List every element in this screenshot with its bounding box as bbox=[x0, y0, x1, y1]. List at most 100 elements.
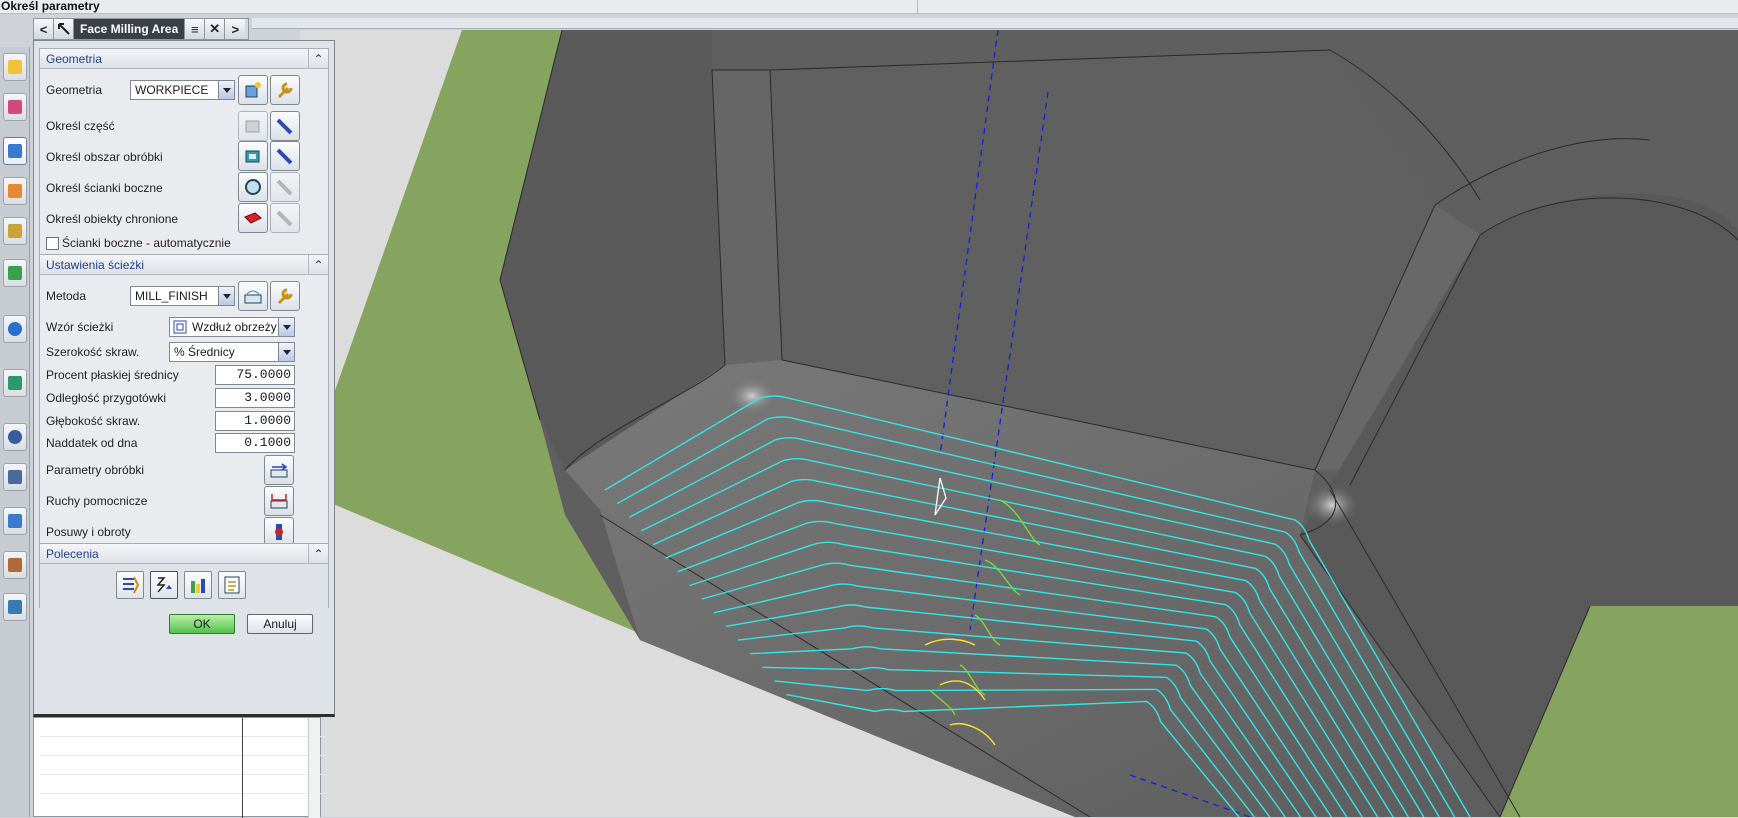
cut-pattern-select[interactable]: Wzdłuż obrzeży bbox=[169, 317, 295, 337]
edit-wrench-icon bbox=[277, 82, 293, 99]
stepover-select[interactable]: % Średnicy bbox=[169, 342, 295, 362]
face-milling-dialog: Geometria ⌃ Geometria WORKPIECE Określ c… bbox=[33, 40, 335, 717]
corner-fillet bbox=[1306, 485, 1358, 525]
new-method-button[interactable] bbox=[238, 281, 268, 311]
stepover-label: Szerokość skraw. bbox=[46, 345, 140, 359]
assembly-navigator-button[interactable] bbox=[3, 53, 27, 81]
collapse-icon[interactable]: ⌃ bbox=[308, 49, 328, 68]
geometry-section: Geometria ⌃ Geometria WORKPIECE Określ c… bbox=[39, 48, 329, 255]
specify-check-button[interactable] bbox=[238, 203, 268, 233]
table-row[interactable] bbox=[40, 756, 326, 775]
roles-button[interactable] bbox=[3, 551, 27, 579]
geometry-select[interactable]: WORKPIECE bbox=[130, 80, 235, 100]
table-scrollbar[interactable] bbox=[308, 718, 320, 818]
blank-distance-label: Odległość przygotówki bbox=[46, 391, 167, 405]
navigator-table[interactable] bbox=[33, 717, 326, 818]
geometry-section-header[interactable]: Geometria ⌃ bbox=[40, 49, 328, 69]
cutting-params-button[interactable] bbox=[264, 455, 294, 485]
dialog-close-button[interactable]: ✕ bbox=[205, 19, 226, 39]
floor-stock-input[interactable]: 0.1000 bbox=[215, 433, 295, 453]
system-scene-button[interactable] bbox=[3, 507, 27, 535]
path-settings-header[interactable]: Ustawienia ścieżki ⌃ bbox=[40, 255, 328, 275]
dialog-menu-button[interactable]: ≡ bbox=[185, 19, 206, 39]
verify-icon bbox=[191, 579, 205, 593]
cut-depth-input[interactable]: 1.0000 bbox=[215, 411, 295, 431]
verify-button[interactable] bbox=[184, 571, 212, 599]
feeds-row: Posuwy i obroty bbox=[46, 522, 131, 542]
collapse-icon[interactable]: ⌃ bbox=[308, 255, 328, 274]
collapse-icon[interactable]: ⌃ bbox=[308, 544, 328, 563]
section-title: Polecenia bbox=[46, 547, 99, 561]
wall-geometry-icon bbox=[245, 179, 261, 195]
constraint-icon bbox=[8, 100, 22, 114]
cut-depth-row: Głębokość skraw. bbox=[46, 411, 140, 431]
forward-button[interactable]: > bbox=[225, 19, 246, 39]
table-row[interactable] bbox=[40, 718, 326, 737]
display-walls-button[interactable] bbox=[270, 172, 300, 202]
flat-diameter-input[interactable]: 75.0000 bbox=[215, 365, 295, 385]
flashlight-icon bbox=[276, 148, 293, 165]
new-geometry-button[interactable] bbox=[238, 75, 268, 105]
process-navigator-button[interactable] bbox=[3, 217, 27, 245]
blank-distance-input[interactable]: 3.0000 bbox=[215, 388, 295, 408]
commands-section: Polecenia ⌃ bbox=[39, 543, 329, 608]
operation-navigator-button[interactable] bbox=[3, 137, 27, 165]
ok-button[interactable]: OK bbox=[169, 614, 235, 634]
cut-area-icon bbox=[245, 150, 260, 163]
specify-part-label: Określ część bbox=[46, 119, 115, 133]
geometry-row: Geometria bbox=[46, 80, 102, 100]
specify-part-button[interactable] bbox=[238, 111, 268, 141]
commands-body bbox=[40, 564, 328, 608]
dialog-titlebar[interactable]: < Face Milling Area ≡ ✕ > bbox=[33, 18, 249, 40]
palette-button[interactable] bbox=[3, 369, 27, 397]
list-icon bbox=[224, 576, 240, 594]
cutting-params-row: Parametry obróbki bbox=[46, 460, 144, 480]
specify-cut-area-button[interactable] bbox=[238, 141, 268, 171]
table-row[interactable] bbox=[40, 775, 326, 794]
chevron-down-icon[interactable] bbox=[278, 318, 294, 336]
display-part-button[interactable] bbox=[270, 111, 300, 141]
method-value: MILL_FINISH bbox=[135, 289, 208, 303]
blank-distance-row: Odległość przygotówki bbox=[46, 388, 166, 408]
part-geometry-icon bbox=[245, 120, 260, 133]
specify-walls-button[interactable] bbox=[238, 172, 268, 202]
method-select[interactable]: MILL_FINISH bbox=[130, 286, 235, 306]
specify-check-label: Określ obiekty chronione bbox=[46, 212, 179, 226]
commands-header[interactable]: Polecenia ⌃ bbox=[40, 544, 328, 564]
non-cutting-button[interactable] bbox=[264, 486, 294, 516]
cancel-button[interactable]: Anuluj bbox=[247, 614, 313, 634]
history-button[interactable] bbox=[3, 423, 27, 451]
column-divider bbox=[242, 718, 243, 818]
generate-button[interactable] bbox=[116, 571, 144, 599]
visualization-button[interactable] bbox=[3, 593, 27, 621]
cutting-params-icon bbox=[270, 463, 288, 478]
replay-button[interactable] bbox=[150, 571, 178, 599]
specify-check-row: Określ obiekty chronione bbox=[46, 209, 178, 229]
auto-walls-checkbox[interactable] bbox=[46, 236, 59, 250]
cut-pattern-value: Wzdłuż obrzeży bbox=[192, 320, 277, 334]
display-cut-area-button[interactable] bbox=[270, 141, 300, 171]
reset-arrow-button[interactable] bbox=[54, 19, 74, 39]
edit-method-button[interactable] bbox=[270, 281, 300, 311]
reuse-library-button[interactable] bbox=[3, 259, 27, 287]
list-button[interactable] bbox=[218, 571, 246, 599]
table-row[interactable] bbox=[40, 737, 326, 756]
machine-navigator-button[interactable] bbox=[3, 177, 27, 205]
specify-part-row: Określ część bbox=[46, 116, 115, 136]
back-button[interactable]: < bbox=[34, 19, 54, 39]
list-icon bbox=[8, 470, 22, 484]
constraint-navigator-button[interactable] bbox=[3, 93, 27, 121]
info-window-button[interactable] bbox=[3, 463, 27, 491]
non-cutting-label: Ruchy pomocnicze bbox=[46, 494, 148, 508]
cutting-params-label: Parametry obróbki bbox=[46, 463, 145, 477]
chevron-down-icon[interactable] bbox=[278, 343, 294, 361]
non-cutting-row: Ruchy pomocnicze bbox=[46, 491, 147, 511]
web-browser-button[interactable] bbox=[3, 315, 27, 343]
chevron-down-icon[interactable] bbox=[218, 287, 234, 305]
geometry-value: WORKPIECE bbox=[135, 83, 209, 97]
edit-geometry-button[interactable] bbox=[270, 75, 300, 105]
chevron-down-icon[interactable] bbox=[218, 81, 234, 99]
display-check-button[interactable] bbox=[270, 203, 300, 233]
machine-icon bbox=[8, 184, 22, 198]
floor-stock-label: Naddatek od dna bbox=[46, 436, 138, 450]
